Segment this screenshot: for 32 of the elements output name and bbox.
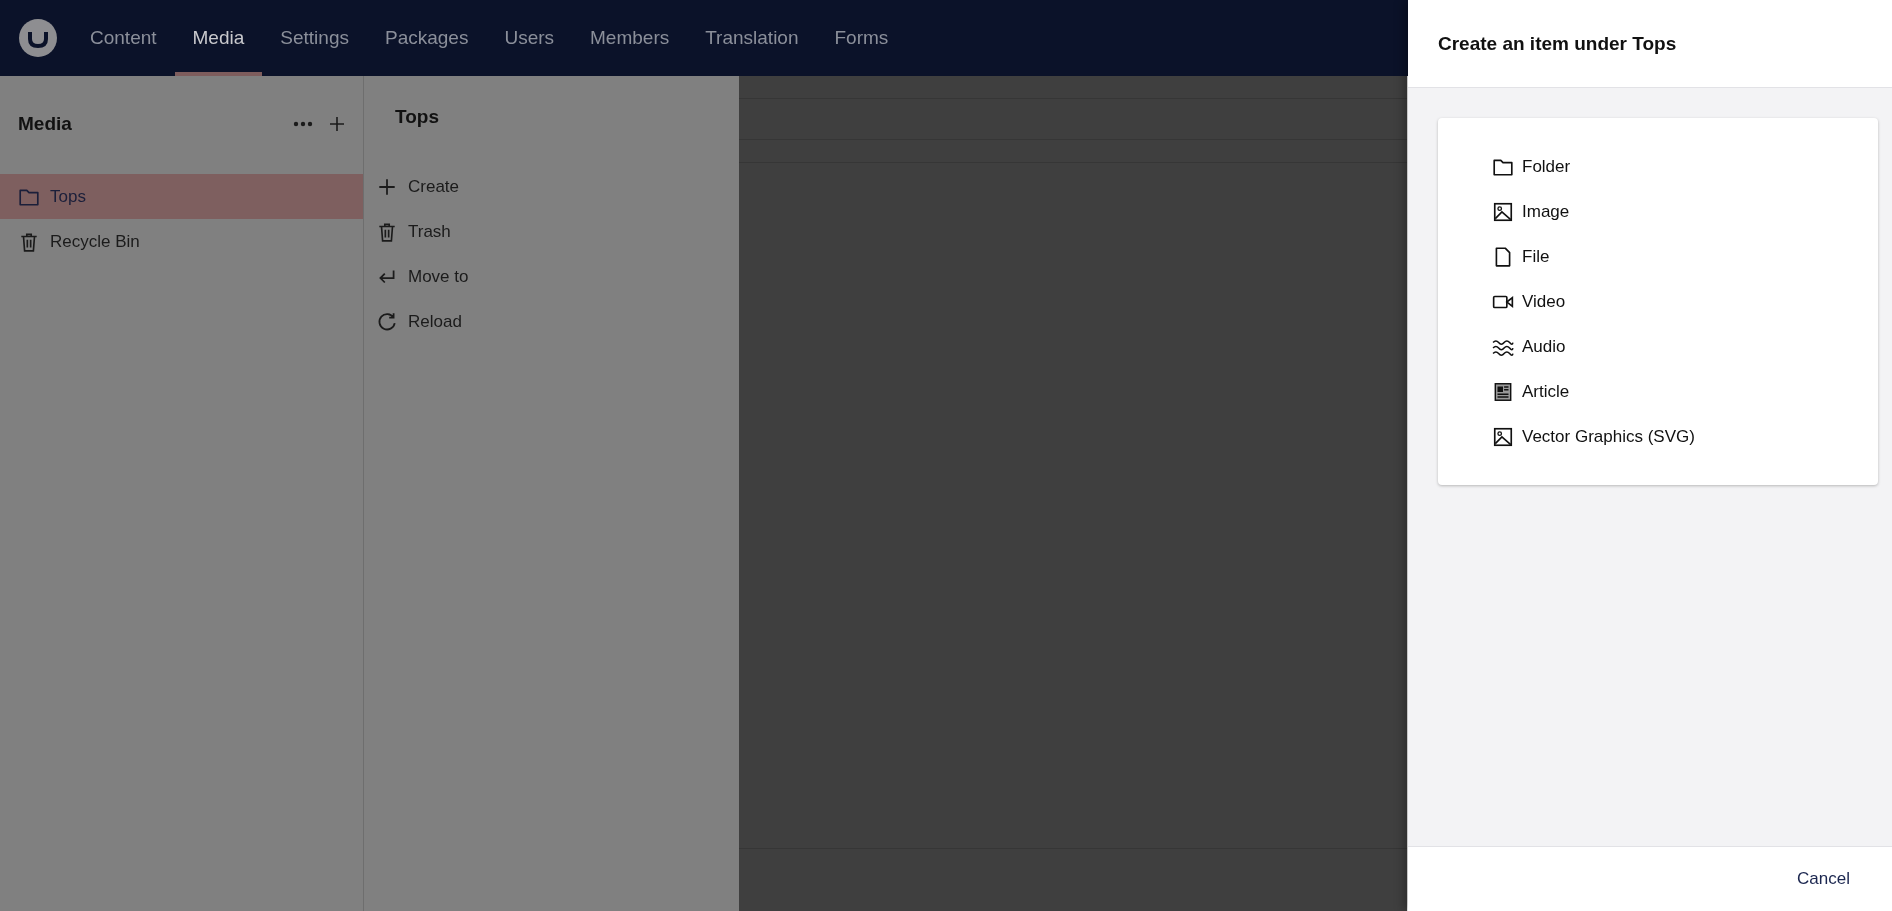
trash-icon <box>18 230 40 253</box>
dialog-title: Create an item under Tops <box>1408 0 1892 88</box>
option-item[interactable]: File <box>1492 234 1878 279</box>
more-icon[interactable] <box>293 121 313 127</box>
nav-tab[interactable]: Forms <box>816 0 907 76</box>
option-item[interactable]: Audio <box>1492 324 1878 369</box>
nav-tab[interactable]: Users <box>486 0 573 76</box>
article-icon <box>1492 380 1514 403</box>
tree-item[interactable]: Recycle Bin <box>0 219 363 264</box>
reload-icon <box>376 310 398 333</box>
cancel-button[interactable]: Cancel <box>1793 861 1854 897</box>
menu-item[interactable]: Create <box>376 164 739 209</box>
logo-icon[interactable] <box>18 18 58 58</box>
option-item[interactable]: Folder <box>1492 144 1878 189</box>
nav-tab[interactable]: Settings <box>262 0 367 76</box>
nav-tab[interactable]: Packages <box>366 0 487 76</box>
option-item[interactable]: Video <box>1492 279 1878 324</box>
option-item[interactable]: Image <box>1492 189 1878 234</box>
menu-item[interactable]: Trash <box>376 209 739 254</box>
nav-tab[interactable]: Members <box>572 0 688 76</box>
image-icon <box>1492 200 1514 223</box>
image-icon <box>1492 425 1514 448</box>
nav-tab[interactable]: Content <box>72 0 175 76</box>
nav-tab[interactable]: Translation <box>687 0 817 76</box>
add-icon[interactable] <box>329 116 345 132</box>
menu-item[interactable]: Move to <box>376 254 739 299</box>
option-item[interactable]: Vector Graphics (SVG) <box>1492 414 1878 459</box>
sidebar-title: Media <box>18 113 72 135</box>
option-item[interactable]: Article <box>1492 369 1878 414</box>
menu-item[interactable]: Reload <box>376 299 739 344</box>
trash-icon <box>376 220 398 243</box>
menu-title: Tops <box>394 105 440 129</box>
